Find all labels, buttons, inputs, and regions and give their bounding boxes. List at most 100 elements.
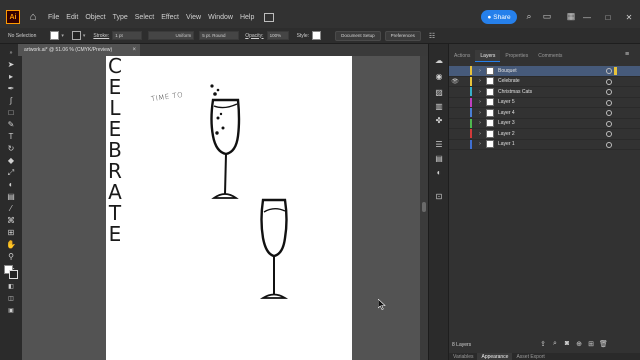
menu-file[interactable]: File: [48, 14, 59, 21]
arrange-icon[interactable]: ☷: [429, 32, 435, 40]
scale-tool-icon[interactable]: ⤢: [6, 168, 16, 178]
document-setup-button[interactable]: Document Setup: [335, 30, 381, 41]
fill-swatch[interactable]: [50, 31, 60, 40]
menu-object[interactable]: Object: [85, 14, 105, 21]
artboards-icon[interactable]: ⊡: [434, 192, 444, 202]
color-guide-icon[interactable]: ◉: [434, 72, 444, 82]
tab-actions[interactable]: Actions: [449, 50, 475, 62]
graphic-style-swatch[interactable]: [312, 31, 322, 40]
rotate-tool-icon[interactable]: ↻: [6, 144, 16, 154]
selection-tool-icon[interactable]: ➤: [6, 60, 16, 70]
tab-comments[interactable]: Comments: [533, 50, 567, 62]
layer-name[interactable]: Layer 3: [498, 120, 515, 126]
expand-arrow-icon[interactable]: ›: [476, 78, 484, 84]
time-to-text[interactable]: TIME TO: [151, 91, 184, 103]
opacity-field[interactable]: 100%: [266, 31, 289, 40]
libraries-icon[interactable]: ☁: [434, 56, 444, 66]
zoom-tool-icon[interactable]: ⚲: [6, 252, 16, 262]
stroke-color-box[interactable]: [9, 270, 18, 279]
home-icon[interactable]: ⌂: [26, 10, 40, 24]
image-trace-icon[interactable]: ▨: [434, 88, 444, 98]
collect-export-icon[interactable]: ⇪: [539, 340, 547, 348]
tab-layers[interactable]: Layers: [475, 50, 501, 62]
rectangle-tool-icon[interactable]: □: [6, 108, 16, 118]
menu-select[interactable]: Select: [135, 14, 154, 21]
share-button[interactable]: ● Share: [481, 10, 517, 24]
layer-name[interactable]: Layer 1: [498, 141, 515, 147]
gpu-performance-icon[interactable]: [264, 12, 275, 22]
celebrate-text[interactable]: C E L E B R A T E: [106, 56, 124, 245]
eyedropper-tool-icon[interactable]: ⁄: [6, 204, 16, 214]
make-clipping-mask-icon[interactable]: ◙: [563, 340, 571, 347]
panel-menu-icon[interactable]: ≡: [625, 51, 629, 58]
expand-arrow-icon[interactable]: ›: [476, 141, 484, 147]
document-tab[interactable]: artwork.ai* @ 51.06 % (CMYK/Preview) ×: [18, 44, 140, 56]
artboard-tool-icon[interactable]: ⊞: [6, 228, 16, 238]
fill-dropdown-icon[interactable]: ▾: [61, 33, 64, 39]
layer-row[interactable]: › Layer 2: [449, 129, 640, 140]
expand-arrow-icon[interactable]: ›: [476, 120, 484, 126]
paintbrush-tool-icon[interactable]: ✎: [6, 120, 16, 130]
close-document-icon[interactable]: ×: [132, 47, 136, 53]
screen-mode-icon[interactable]: ▣: [6, 306, 16, 316]
layer-row[interactable]: › Layer 5: [449, 97, 640, 108]
pen-tool-icon[interactable]: ✒: [6, 84, 16, 94]
shape-builder-tool-icon[interactable]: ◐: [6, 180, 16, 190]
layer-row[interactable]: › Layer 1: [449, 139, 640, 150]
eraser-tool-icon[interactable]: ◆: [6, 156, 16, 166]
menu-type[interactable]: Type: [113, 14, 128, 21]
menu-window[interactable]: Window: [208, 14, 233, 21]
layer-name[interactable]: Bouquet: [498, 68, 517, 74]
target-icon[interactable]: [606, 89, 612, 95]
tab-properties[interactable]: Properties: [500, 50, 533, 62]
selection-indicator[interactable]: [614, 99, 617, 107]
target-icon[interactable]: [606, 120, 612, 127]
stroke-weight-field[interactable]: 1 pt: [112, 31, 143, 40]
transparency-icon[interactable]: ◐: [434, 168, 444, 178]
variable-width-profile[interactable]: Uniform: [148, 31, 195, 40]
layer-row[interactable]: › Layer 3: [449, 118, 640, 129]
color-mode-icon[interactable]: ◧: [6, 282, 16, 292]
artboard[interactable]: TIME TO C E L E B R A T E: [106, 56, 352, 360]
preferences-button[interactable]: Preferences: [384, 30, 421, 41]
scrollbar-thumb[interactable]: [422, 202, 426, 212]
tab-asset-export[interactable]: Asset Export: [512, 353, 548, 360]
new-sublayer-icon[interactable]: ⊕: [575, 340, 583, 348]
stroke-label[interactable]: Stroke:: [93, 33, 109, 39]
blend-tool-icon[interactable]: ⌘: [6, 216, 16, 226]
target-icon[interactable]: [606, 99, 612, 106]
direct-selection-tool-icon[interactable]: ▸: [6, 72, 16, 82]
graphic-styles-icon[interactable]: ▥: [434, 102, 444, 112]
layer-name[interactable]: Christmas Cats: [498, 89, 532, 95]
target-icon[interactable]: [606, 68, 612, 74]
selection-indicator[interactable]: [614, 109, 617, 117]
expand-arrow-icon[interactable]: ›: [476, 89, 484, 95]
new-layer-icon[interactable]: ⊞: [587, 340, 595, 348]
arrange-documents-icon[interactable]: ▦: [566, 11, 576, 22]
layer-name[interactable]: Layer 4: [498, 110, 515, 116]
expand-arrow-icon[interactable]: ›: [476, 99, 484, 105]
champagne-glass[interactable]: [256, 194, 292, 304]
selection-indicator[interactable]: [614, 88, 617, 96]
menu-view[interactable]: View: [186, 14, 201, 21]
layer-row[interactable]: 👁 › Celebrate: [449, 76, 640, 87]
vertical-scrollbar[interactable]: [420, 56, 428, 360]
tab-variables[interactable]: Variables: [449, 353, 477, 360]
search-icon[interactable]: ⌕: [524, 11, 534, 22]
stroke-swatch[interactable]: [71, 31, 81, 40]
layer-row[interactable]: › Christmas Cats: [449, 87, 640, 98]
expand-arrow-icon[interactable]: ›: [476, 110, 484, 116]
brush-definition[interactable]: 5 pt. Round: [199, 31, 240, 40]
stroke-dropdown-icon[interactable]: ▾: [83, 33, 86, 39]
selection-indicator[interactable]: [614, 130, 617, 138]
target-icon[interactable]: [606, 131, 612, 137]
menu-edit[interactable]: Edit: [66, 14, 78, 21]
selection-indicator[interactable]: [614, 141, 617, 149]
layer-name[interactable]: Layer 5: [498, 99, 515, 105]
layer-name[interactable]: Celebrate: [498, 78, 520, 84]
workspace-icon[interactable]: ▭: [542, 11, 552, 22]
stroke-panel-icon[interactable]: ☰: [434, 140, 444, 150]
collapse-icon[interactable]: »: [6, 48, 16, 58]
target-icon[interactable]: [606, 141, 612, 148]
curvature-tool-icon[interactable]: ∫: [6, 96, 16, 106]
